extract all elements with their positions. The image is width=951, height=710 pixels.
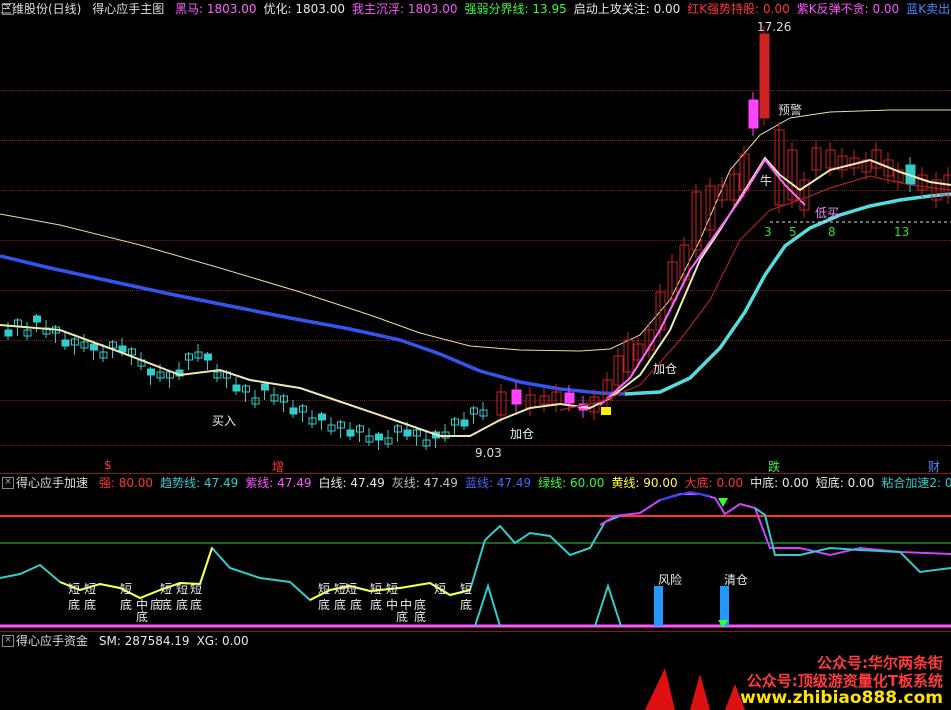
- blue-trend-line: [0, 254, 626, 396]
- candle-body: [511, 389, 522, 405]
- accel-value-7: 黄线: 90.00: [611, 476, 678, 490]
- count-3: 3: [764, 225, 772, 239]
- close-icon[interactable]: ×: [2, 477, 14, 489]
- accel-panel-header: × 得心应手加速 强: 80.00 趋势线: 47.49 紫线: 47.49 白线: …: [0, 474, 951, 492]
- fund-indicator-values: SM: 287584.19 XG: 0.00: [99, 634, 256, 648]
- candle-body: [403, 429, 412, 437]
- fund-value-1: XG: 0.00: [196, 634, 249, 648]
- signal-spike: [474, 582, 501, 627]
- signal-label: 底: [460, 598, 473, 612]
- accel-value-4: 灰线: 47.49: [391, 476, 458, 490]
- yellow-signal-box: [601, 407, 611, 415]
- candle-body: [4, 329, 13, 337]
- candle-body: [289, 407, 298, 415]
- signal-label: 短: [370, 582, 383, 596]
- signal-label: 短: [84, 582, 97, 596]
- accel-value-8: 大底: 0.00: [684, 476, 744, 490]
- candle-body: [318, 413, 326, 421]
- candle-body: [748, 99, 759, 129]
- signal-label: 底: [160, 598, 173, 612]
- accel-value-1: 趋势线: 47.49: [160, 476, 239, 490]
- candle-body: [346, 429, 355, 437]
- candle-body: [147, 368, 155, 376]
- accel-value-3: 白线: 47.49: [318, 476, 385, 490]
- signal-label: 底: [396, 610, 409, 624]
- fund-value-0: SM: 287584.19: [98, 634, 190, 648]
- candle-body: [204, 353, 212, 361]
- pink-ma-line: [599, 158, 806, 406]
- count-5: 5: [789, 225, 797, 239]
- candle-body: [61, 339, 70, 347]
- risk-signal-label: 风险: [658, 573, 683, 587]
- trend-line-2: [754, 507, 951, 574]
- signal-label: 底: [414, 610, 427, 624]
- signal-label: 短: [190, 582, 203, 596]
- low-buy-label: 低买: [815, 206, 840, 220]
- signal-label: 底: [350, 598, 363, 612]
- mark-dollar: $: [104, 458, 112, 472]
- warning-label: 预警: [778, 103, 803, 117]
- candle-body: [90, 343, 98, 351]
- signal-label: 底: [370, 598, 383, 612]
- candle-body: [759, 33, 770, 119]
- signal-label: 底: [318, 598, 331, 612]
- candle-body: [564, 392, 575, 404]
- signal-label: 短: [434, 582, 447, 596]
- blue-line: [659, 490, 711, 501]
- price-low-label: 9.03: [475, 446, 502, 460]
- add-position-label-2: 加仓: [653, 362, 678, 376]
- signal-spike-2: [594, 582, 622, 627]
- fund-panel-header: × 得心应手资金 SM: 287584.19 XG: 0.00: [0, 632, 951, 650]
- accel-indicator-values: 强: 80.00 趋势线: 47.49 紫线: 47.49 白线: 47.49 灰线: …: [99, 476, 951, 490]
- buy-label: 买入: [212, 414, 237, 428]
- signal-label: 底: [120, 598, 133, 612]
- add-position-label: 加仓: [510, 427, 535, 441]
- watermark-3: www.zhibiao888.com: [740, 688, 943, 708]
- accel-value-2: 紫线: 47.49: [245, 476, 312, 490]
- candle-body: [375, 433, 383, 441]
- signal-label: 底: [136, 610, 149, 624]
- purple-line: [599, 493, 951, 557]
- signal-label: 短: [386, 582, 399, 596]
- signal-label: 短: [345, 582, 358, 596]
- signal-label: 底: [84, 598, 97, 612]
- accel-value-0: 强: 80.00: [98, 476, 154, 490]
- bull-label: 牛: [760, 174, 773, 188]
- accel-value-11: 粘合加速2: 0.00: [881, 476, 951, 490]
- price-high-label: 17.26: [757, 20, 792, 34]
- close-icon[interactable]: ×: [2, 635, 14, 647]
- candle-body: [232, 384, 241, 392]
- clear-signal-label: 清仓: [724, 573, 749, 587]
- risk-bar: [654, 586, 663, 626]
- signal-label: 底: [190, 598, 203, 612]
- signal-label: 底: [68, 598, 81, 612]
- signal-label: 底: [334, 598, 347, 612]
- accel-value-6: 绿线: 60.00: [538, 476, 605, 490]
- accel-value-9: 中底: 0.00: [750, 476, 809, 490]
- count-13: 13: [894, 225, 910, 239]
- candle-body: [460, 419, 469, 427]
- signal-label: 短: [160, 582, 173, 596]
- accel-value-10: 短底: 0.00: [815, 476, 875, 490]
- fund-bar: [645, 668, 675, 710]
- signal-label: 短: [176, 582, 189, 596]
- accel-value-5: 蓝线: 47.49: [464, 476, 532, 490]
- signal-label: 短: [68, 582, 81, 596]
- count-8: 8: [828, 225, 836, 239]
- signal-label: 短: [120, 582, 133, 596]
- candle-body: [261, 383, 269, 391]
- candle-body: [33, 315, 41, 323]
- fund-bar: [690, 674, 710, 710]
- signal-label: 短: [460, 582, 473, 596]
- signal-label: 底: [176, 598, 189, 612]
- signal-label: 短: [318, 582, 331, 596]
- fast-ma-line: [0, 156, 951, 437]
